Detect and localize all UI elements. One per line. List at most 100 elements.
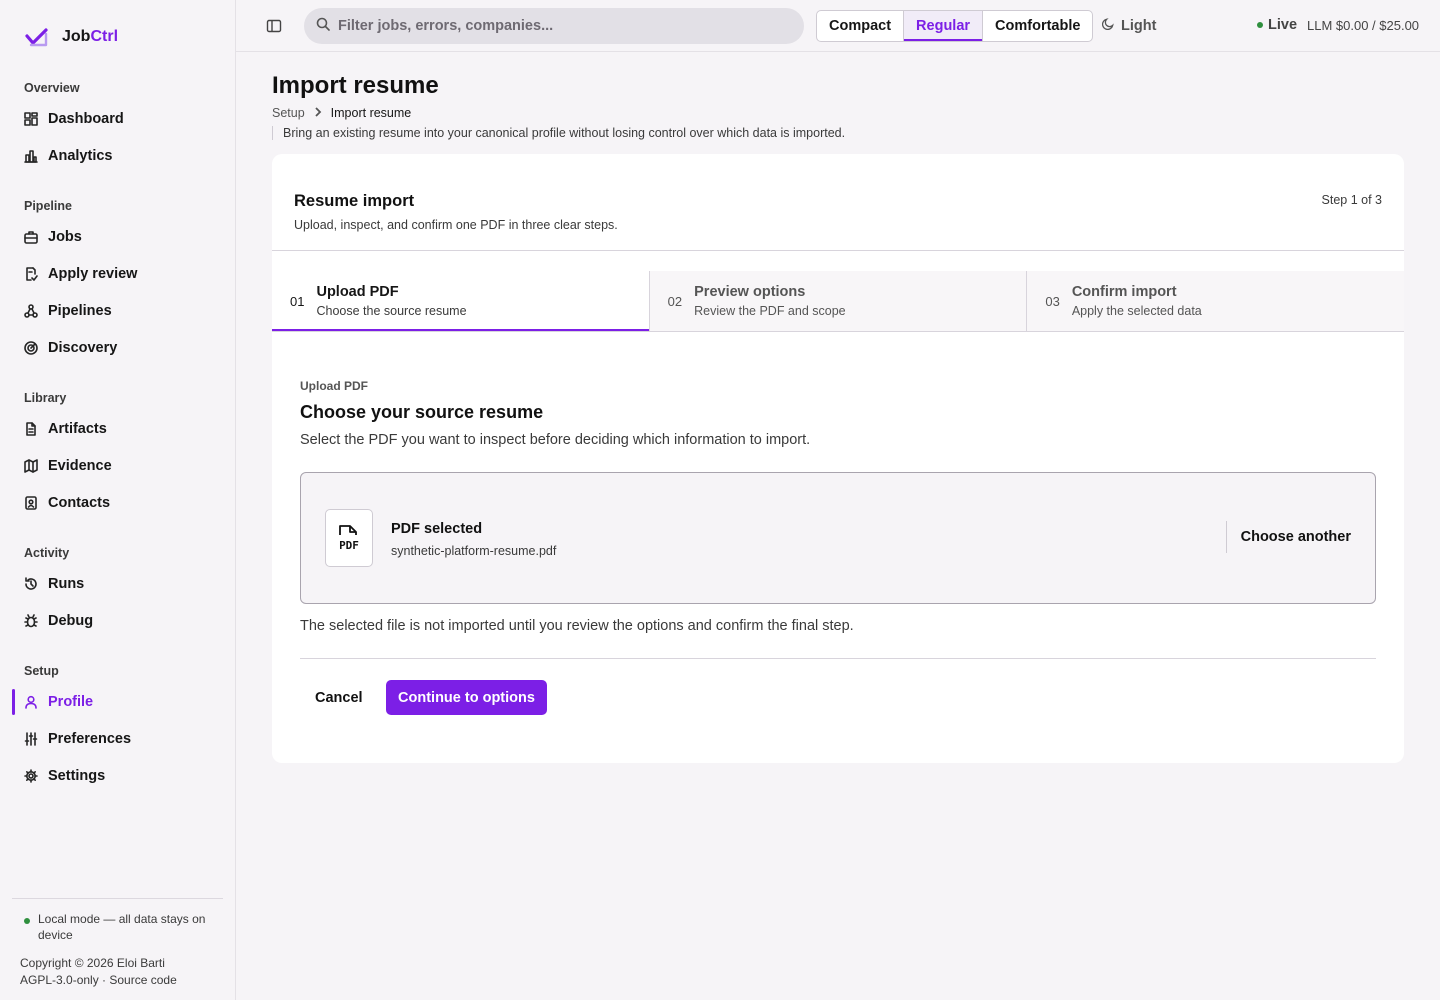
copyright-text: Copyright © 2026 Eloi Barti: [20, 956, 165, 970]
stepper: 01 Upload PDF Choose the source resume 0…: [272, 271, 1405, 332]
sidebar-item-profile[interactable]: Profile: [12, 687, 223, 717]
local-mode-status: Local mode — all data stays on device: [12, 911, 223, 943]
pdf-file-icon: PDF: [325, 509, 373, 567]
sidebar-item-discovery[interactable]: Discovery: [12, 333, 223, 363]
density-compact-button[interactable]: Compact: [817, 11, 903, 41]
page-description: Bring an existing resume into your canon…: [272, 126, 845, 140]
step-upload-pdf[interactable]: 01 Upload PDF Choose the source resume: [272, 271, 649, 331]
sidebar-item-dashboard[interactable]: Dashboard: [12, 104, 223, 134]
continue-to-options-button[interactable]: Continue to options: [386, 680, 547, 715]
search-icon: [316, 17, 330, 36]
nav-section-library: Library: [24, 391, 67, 405]
cancel-button[interactable]: Cancel: [300, 680, 378, 715]
clipboard-check-icon: [24, 267, 38, 281]
upload-eyebrow: Upload PDF: [300, 379, 368, 393]
file-name: synthetic-platform-resume.pdf: [391, 544, 557, 558]
sidebar-item-label: Runs: [48, 576, 85, 592]
density-switcher: Compact Regular Comfortable: [816, 10, 1094, 42]
chevron-right-icon: [313, 106, 323, 120]
search-input[interactable]: [338, 18, 778, 34]
sidebar-item-label: Profile: [48, 694, 94, 710]
copyright: Copyright © 2026 Eloi Barti AGPL-3.0-onl…: [12, 955, 223, 989]
llm-budget: LLM $0.00 / $25.00: [1307, 18, 1420, 33]
contact-card-icon: [24, 496, 38, 510]
density-comfortable-button[interactable]: Comfortable: [982, 11, 1092, 41]
sidebar-item-contacts[interactable]: Contacts: [12, 488, 223, 518]
step-counter: Step 1 of 3: [1321, 193, 1382, 207]
bug-icon: [24, 614, 38, 628]
step-number: 02: [667, 293, 683, 309]
sliders-icon: [24, 732, 38, 746]
card-title: Resume import: [294, 192, 415, 210]
topbar: Compact Regular Comfortable Light Live L…: [236, 0, 1440, 52]
step-name: Confirm import: [1071, 284, 1177, 300]
sidebar-item-label: Preferences: [48, 731, 132, 747]
file-status: PDF selected: [391, 521, 483, 537]
sidebar-footer: Local mode — all data stays on device Co…: [12, 898, 223, 989]
step-description: Review the PDF and scope: [694, 304, 846, 318]
sidebar-item-evidence[interactable]: Evidence: [12, 451, 223, 481]
sidebar-item-label: Analytics: [48, 148, 113, 164]
sidebar-item-artifacts[interactable]: Artifacts: [12, 414, 223, 444]
sidebar-item-label: Evidence: [48, 458, 112, 474]
breadcrumb-setup[interactable]: Setup: [272, 106, 305, 120]
sidebar-item-label: Contacts: [48, 495, 111, 511]
jobctrl-logo-icon: [24, 26, 50, 48]
nav-section-overview: Overview: [24, 81, 80, 95]
breadcrumb: Setup Import resume: [272, 106, 411, 120]
theme-toggle[interactable]: Light: [1101, 17, 1156, 34]
sidebar-item-label: Dashboard: [48, 111, 124, 127]
sidebar-item-label: Artifacts: [48, 421, 107, 437]
upload-title: Choose your source resume: [300, 402, 544, 422]
brand[interactable]: JobCtrl: [24, 26, 118, 48]
status-dot-icon: [24, 918, 30, 924]
brand-name-prefix: Job: [62, 28, 91, 45]
nav-section-pipeline: Pipeline: [24, 199, 72, 213]
pdf-icon-label: PDF: [339, 539, 359, 552]
step-name: Upload PDF: [316, 284, 399, 300]
actions-divider: [300, 658, 1376, 659]
live-label: Live: [1268, 17, 1298, 33]
license-link[interactable]: AGPL-3.0-only · Source code: [20, 972, 223, 989]
brand-name: JobCtrl: [62, 28, 118, 46]
sidebar-toggle-icon[interactable]: [266, 18, 282, 34]
sidebar-item-jobs[interactable]: Jobs: [12, 222, 223, 252]
sidebar-item-analytics[interactable]: Analytics: [12, 141, 223, 171]
workflow-icon: [24, 304, 38, 318]
step-number: 01: [290, 293, 305, 309]
step-confirm-import[interactable]: 03 Confirm import Apply the selected dat…: [1026, 271, 1405, 331]
sidebar-item-preferences[interactable]: Preferences: [12, 724, 223, 754]
step-description: Choose the source resume: [316, 304, 467, 318]
sidebar-item-apply-review[interactable]: Apply review: [12, 259, 223, 289]
sidebar-item-debug[interactable]: Debug: [12, 606, 223, 636]
choose-another-button[interactable]: Choose another: [1241, 529, 1351, 545]
history-icon: [24, 577, 38, 591]
density-regular-button[interactable]: Regular: [903, 11, 983, 41]
dashboard-icon: [24, 112, 38, 126]
step-name: Preview options: [694, 284, 806, 300]
radar-icon: [24, 341, 38, 355]
local-mode-text: Local mode — all data stays on device: [38, 912, 206, 942]
step-preview-options[interactable]: 02 Preview options Review the PDF and sc…: [648, 271, 1027, 331]
nav-section-setup: Setup: [24, 664, 59, 678]
live-dot-icon: [1257, 22, 1263, 28]
step-description: Apply the selected data: [1071, 304, 1202, 318]
sidebar-item-runs[interactable]: Runs: [12, 569, 223, 599]
sidebar-item-label: Apply review: [48, 266, 138, 282]
sidebar-item-label: Pipelines: [48, 303, 112, 319]
breadcrumb-current: Import resume: [330, 106, 412, 120]
search-bar[interactable]: [304, 8, 804, 44]
briefcase-icon: [24, 230, 38, 244]
upload-description: Select the PDF you want to inspect befor…: [300, 432, 811, 448]
sidebar-item-settings[interactable]: Settings: [12, 761, 223, 791]
step-number: 03: [1045, 293, 1060, 309]
selected-file-panel: PDF PDF selected synthetic-platform-resu…: [300, 472, 1376, 604]
sidebar-item-label: Settings: [48, 768, 106, 784]
moon-icon: [1101, 17, 1115, 34]
import-note: The selected file is not imported until …: [300, 618, 854, 634]
sidebar-item-pipelines[interactable]: Pipelines: [12, 296, 223, 326]
map-icon: [24, 459, 38, 473]
live-status: Live: [1257, 17, 1297, 33]
nav-section-activity: Activity: [24, 546, 70, 560]
page-title: Import resume: [272, 72, 439, 99]
